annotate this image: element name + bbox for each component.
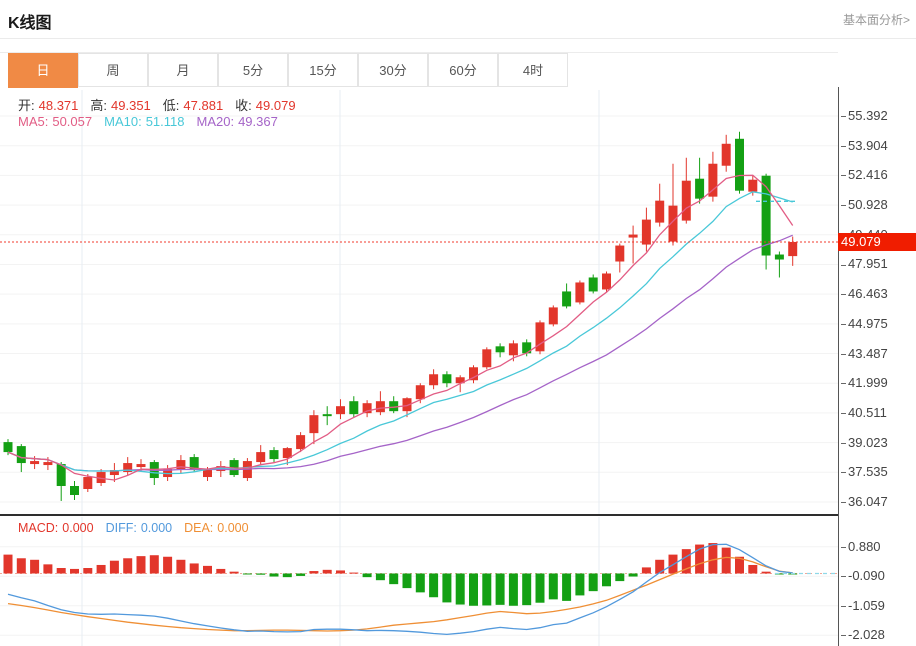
- y-tick-label: -0.090: [841, 568, 885, 583]
- y-tick-label: 52.416: [841, 167, 888, 182]
- tab-15min[interactable]: 15分: [288, 53, 358, 87]
- y-tick-label: 40.511: [841, 405, 887, 420]
- macd-legend: MACD: 0.000 DIFF: 0.000 DEA: 0.000: [18, 521, 261, 535]
- legend-label: 开:: [18, 98, 35, 113]
- tab-30min[interactable]: 30分: [358, 53, 428, 87]
- legend-label: DIFF:: [106, 521, 137, 535]
- y-tick-label: -2.028: [841, 627, 885, 642]
- legend-value: 50.057: [52, 114, 92, 129]
- y-tick-label: 50.928: [841, 197, 888, 212]
- legend-value: 49.079: [256, 98, 296, 113]
- ohlc-legend: 开: 48.371 高: 49.351 低:47.881 收: 49.079: [18, 95, 308, 114]
- y-tick-label: 39.023: [841, 435, 888, 450]
- macd-histogram: [4, 543, 798, 606]
- grid: [0, 90, 838, 515]
- legend-label: MA10:: [104, 114, 142, 129]
- tab-4hour[interactable]: 4时: [498, 53, 568, 87]
- tab-day[interactable]: 日: [8, 53, 78, 88]
- page-title: K线图: [8, 9, 52, 33]
- tab-month[interactable]: 月: [148, 53, 218, 87]
- y-tick-label: 47.951: [841, 256, 888, 271]
- legend-value: 48.371: [39, 98, 79, 113]
- y-tick-label: 44.975: [841, 316, 888, 331]
- right-axis-line: [838, 87, 839, 646]
- legend-label: MA5:: [18, 114, 48, 129]
- y-tick-label: 46.463: [841, 286, 888, 301]
- tab-week[interactable]: 周: [78, 53, 148, 87]
- fundamental-analysis-link[interactable]: 基本面分析>: [843, 11, 910, 28]
- y-tick-label: 36.047: [841, 494, 888, 509]
- candles: [4, 132, 798, 501]
- legend-value: 49.367: [238, 114, 278, 129]
- y-tick-label: 53.904: [841, 138, 888, 153]
- kline-chart[interactable]: [0, 90, 838, 515]
- tab-60min[interactable]: 60分: [428, 53, 498, 87]
- period-tab-bar: 日周月5分15分30分60分4时: [0, 52, 838, 88]
- legend-label: DEA:: [184, 521, 213, 535]
- y-tick-label: 43.487: [841, 346, 888, 361]
- legend-value: 0.000: [141, 521, 172, 535]
- y-tick-label: -1.059: [841, 598, 885, 613]
- tab-5min[interactable]: 5分: [218, 53, 288, 87]
- last-price-tag: 49.079: [838, 233, 916, 251]
- y-tick-label: 0.880: [841, 539, 881, 554]
- legend-label: 高:: [90, 98, 107, 113]
- legend-value: 49.351: [111, 98, 151, 113]
- legend-label: MACD:: [18, 521, 58, 535]
- y-tick-label: 37.535: [841, 464, 888, 479]
- legend-value: 0.000: [217, 521, 248, 535]
- header: K线图 基本面分析>: [0, 0, 916, 39]
- legend-label: 收:: [235, 98, 252, 113]
- ma-legend: MA5: 50.057 MA10: 51.118 MA20: 49.367: [18, 114, 290, 129]
- legend-value: 0.000: [62, 521, 93, 535]
- y-tick-label: 55.392: [841, 108, 888, 123]
- y-tick-label: 41.999: [841, 375, 888, 390]
- legend-value: 51.118: [146, 114, 185, 129]
- macd-chart[interactable]: [0, 517, 838, 646]
- legend-label: MA20:: [196, 114, 234, 129]
- legend-value: 47.881: [183, 98, 223, 113]
- legend-label: 低:: [163, 98, 180, 113]
- kline-widget: K线图 基本面分析> 日周月5分15分30分60分4时 开: 48.371 高: 49…: [0, 0, 916, 646]
- pane-divider: [0, 514, 838, 516]
